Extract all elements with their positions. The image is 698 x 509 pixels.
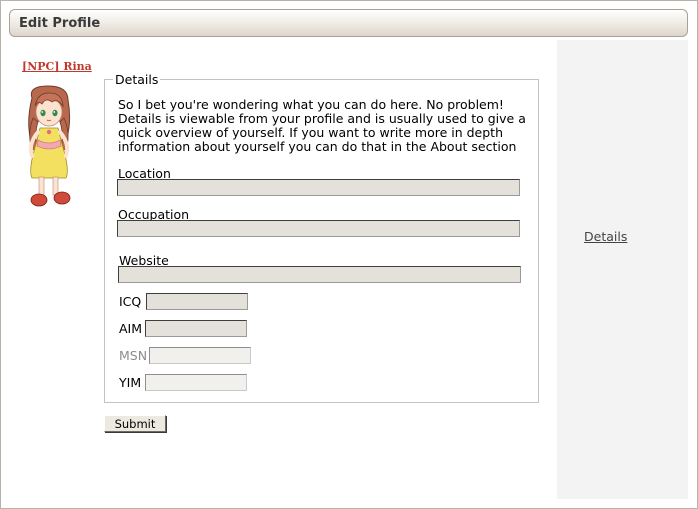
avatar-shoe-left	[30, 193, 48, 207]
details-legend: Details	[115, 72, 159, 87]
page-title: Edit Profile	[19, 16, 101, 31]
aim-label: AIM	[119, 321, 143, 336]
avatar-leg-left	[38, 176, 45, 196]
submit-button[interactable]: Submit	[104, 415, 166, 432]
occupation-field[interactable]	[117, 220, 520, 237]
header-bar: Edit Profile	[9, 9, 688, 37]
avatar-eye-left	[40, 109, 46, 117]
yim-field[interactable]	[145, 374, 247, 391]
msn-label: MSN	[119, 348, 148, 363]
avatar-shoe-right	[53, 191, 71, 205]
website-field[interactable]	[118, 266, 521, 283]
username-link[interactable]: [NPC] Rina	[22, 60, 92, 73]
location-field[interactable]	[117, 179, 520, 196]
aim-field[interactable]	[145, 320, 247, 337]
icq-field[interactable]	[146, 293, 248, 310]
avatar-eye-right	[52, 109, 58, 117]
icq-label: ICQ	[119, 294, 142, 309]
avatar	[28, 85, 71, 207]
msn-field[interactable]	[149, 347, 251, 364]
yim-label: YIM	[119, 375, 142, 390]
details-tab-link[interactable]: Details	[584, 229, 627, 244]
right-sidebar	[557, 40, 688, 499]
avatar-leg-right	[52, 176, 59, 196]
details-intro-text: So I bet you're wondering what you can d…	[118, 97, 526, 154]
